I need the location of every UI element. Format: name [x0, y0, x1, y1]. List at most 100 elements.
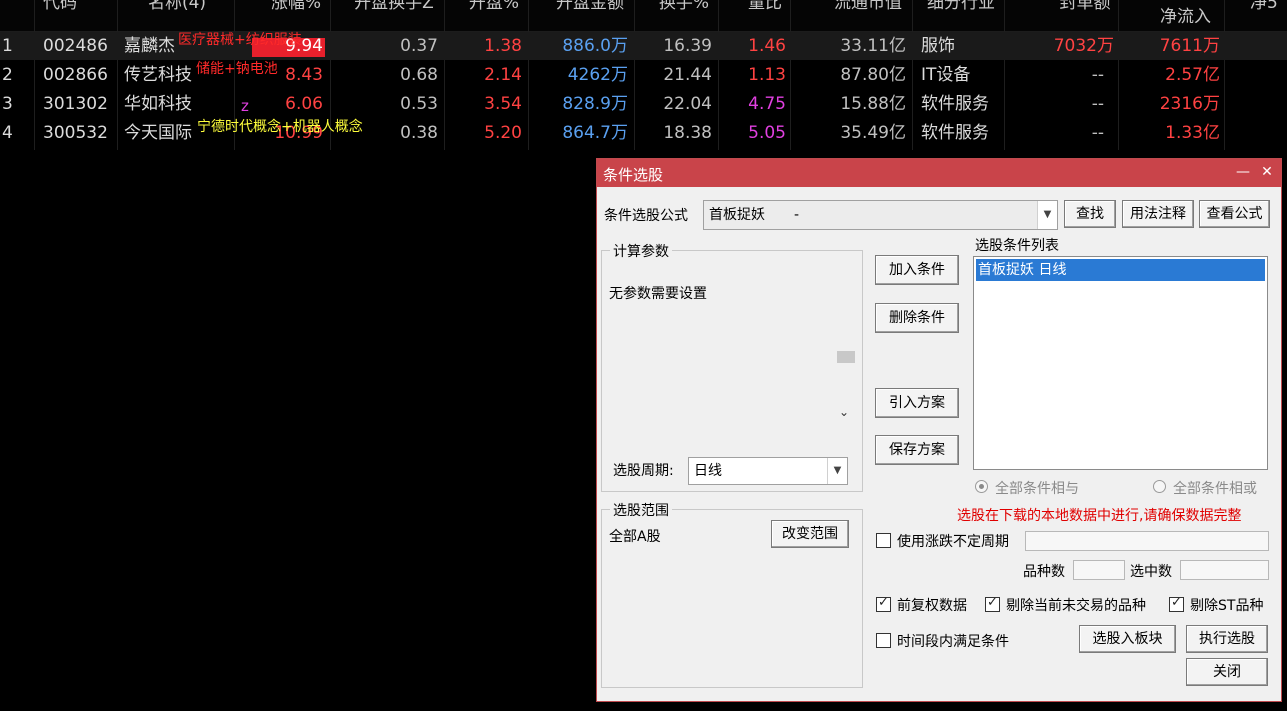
formula-label: 条件选股公式	[604, 208, 688, 224]
volume-ratio: 1.13	[748, 65, 786, 85]
seal-amount: 7032万	[1053, 36, 1114, 56]
selected-field	[1180, 560, 1269, 580]
chevron-down-icon[interactable]: ▼	[1037, 201, 1057, 229]
count-label: 品种数	[1023, 564, 1065, 580]
table-row[interactable]: 3 301302 华如科技 6.06 0.53 3.54 828.9万 22.0…	[0, 90, 1287, 118]
chevron-down-icon[interactable]: ▼	[827, 458, 847, 484]
exclude-untraded-checkbox[interactable]	[985, 595, 1000, 612]
net-inflow: 1.33亿	[1165, 123, 1220, 143]
formula-select[interactable]: 首板捉妖 - ▼	[703, 200, 1058, 230]
delete-condition-button[interactable]: 删除条件	[875, 303, 959, 333]
list-item[interactable]: 首板捉妖 日线	[976, 259, 1265, 281]
chevron-down-icon[interactable]: ⌄	[839, 405, 849, 419]
header-open-amount[interactable]: 开盘金额	[548, 0, 632, 14]
radio-or[interactable]	[1153, 480, 1166, 493]
row-index: 2	[2, 65, 13, 85]
table-row[interactable]: 1 002486 嘉麟杰 9.94 0.37 1.38 886.0万 16.39…	[0, 32, 1287, 60]
radio-and-label: 全部条件相与	[995, 481, 1079, 497]
stock-code: 300532	[43, 123, 108, 143]
warning-text: 选股在下载的本地数据中进行,请确保数据完整	[957, 508, 1242, 524]
stock-code: 002866	[43, 65, 108, 85]
execute-selection-button[interactable]: 执行选股	[1186, 625, 1268, 653]
formula-value: 首板捉妖	[709, 207, 765, 223]
condition-stock-picker-dialog: 条件选股 — ✕ 条件选股公式 首板捉妖 - ▼ 查找 用法注释 查看公式 计算…	[596, 158, 1282, 702]
concept-tag: 宁德时代概念+机器人概念	[197, 119, 363, 135]
open-pct: 3.54	[484, 94, 522, 114]
params-scrollbar[interactable]: ⌄	[836, 349, 856, 423]
open-pct: 1.38	[484, 36, 522, 56]
open-amount: 828.9万	[562, 94, 628, 114]
close-button[interactable]: 关闭	[1186, 658, 1268, 686]
open-turnover: 0.37	[400, 36, 438, 56]
scroll-thumb[interactable]	[837, 351, 855, 363]
save-plan-button[interactable]: 保存方案	[875, 435, 959, 465]
change-pct: 6.06	[285, 94, 323, 114]
stock-name: 今天国际	[124, 123, 192, 143]
import-plan-button[interactable]: 引入方案	[875, 388, 959, 418]
forward-adjust-checkbox[interactable]	[876, 595, 891, 612]
header-net-extra[interactable]: 净5	[1250, 0, 1287, 14]
net-inflow: 2316万	[1159, 94, 1220, 114]
open-pct: 2.14	[484, 65, 522, 85]
industry: 软件服务	[921, 123, 989, 143]
close-icon[interactable]: ✕	[1258, 162, 1276, 182]
table-row[interactable]: 4 300532 今天国际 10.99 0.38 5.20 864.7万 18.…	[0, 119, 1287, 147]
dialog-title: 条件选股	[603, 166, 664, 184]
condition-list-title: 选股条件列表	[975, 238, 1059, 254]
header-net-inflow[interactable]: 净流入	[1160, 5, 1230, 29]
calc-params-title: 计算参数	[610, 241, 672, 261]
selected-label: 选中数	[1130, 564, 1172, 580]
no-params-text: 无参数需要设置	[609, 286, 707, 302]
condition-list[interactable]: 首板捉妖 日线	[973, 256, 1268, 470]
add-condition-button[interactable]: 加入条件	[875, 255, 959, 285]
concept-tag: 医疗器械+纺织服装	[178, 32, 302, 48]
variable-period-label: 使用涨跌不定周期	[897, 534, 1009, 550]
header-open-turnover[interactable]: 开盘换手Z	[346, 0, 442, 14]
exclude-untraded-label: 剔除当前未交易的品种	[1006, 598, 1146, 614]
table-row[interactable]: 2 002866 传艺科技 8.43 0.68 2.14 4262万 21.44…	[0, 61, 1287, 89]
exclude-st-checkbox[interactable]	[1169, 595, 1184, 612]
view-formula-button[interactable]: 查看公式	[1199, 200, 1270, 228]
variable-period-checkbox[interactable]	[876, 533, 891, 548]
time-range-checkbox[interactable]	[876, 633, 891, 648]
radio-or-label: 全部条件相或	[1173, 481, 1257, 497]
formula-dash: -	[794, 207, 800, 223]
header-code[interactable]: 代码	[40, 0, 80, 14]
header-industry[interactable]: 细分行业	[918, 0, 1004, 14]
table-header: 代码 名称(4) 涨幅% 开盘换手Z 开盘% 开盘金额 换手% 量比 流通市值 …	[0, 0, 1287, 32]
scope-title: 选股范围	[610, 500, 672, 520]
add-to-block-button[interactable]: 选股入板块	[1079, 625, 1176, 653]
header-volume-ratio[interactable]: 量比	[740, 0, 790, 14]
scope-value: 全部A股	[609, 529, 661, 545]
minimize-icon[interactable]: —	[1234, 162, 1252, 182]
industry: 服饰	[921, 36, 955, 56]
float-mktcap: 15.88亿	[840, 94, 906, 114]
header-float-mktcap[interactable]: 流通市值	[826, 0, 910, 14]
period-select[interactable]: 日线 ▼	[688, 457, 848, 485]
header-seal-amount[interactable]: 封单额	[1050, 0, 1120, 14]
exclude-st-label: 剔除ST品种	[1190, 598, 1264, 614]
period-value: 日线	[694, 463, 722, 479]
variable-period-field[interactable]	[1025, 531, 1269, 551]
dialog-titlebar[interactable]: 条件选股 — ✕	[597, 159, 1281, 187]
turnover: 21.44	[663, 65, 712, 85]
header-open-pct[interactable]: 开盘%	[462, 0, 526, 14]
calc-params-group: 计算参数 无参数需要设置 ⌄ 选股周期: 日线 ▼	[601, 241, 863, 492]
float-mktcap: 35.49亿	[840, 123, 906, 143]
open-amount: 4262万	[567, 65, 628, 85]
header-change-pct[interactable]: 涨幅%	[262, 0, 330, 14]
header-name[interactable]: 名称(4)	[122, 0, 232, 14]
turnover: 22.04	[663, 94, 712, 114]
header-turnover[interactable]: 换手%	[652, 0, 716, 14]
usage-notes-button[interactable]: 用法注释	[1122, 200, 1194, 228]
net-inflow: 7611万	[1159, 36, 1220, 56]
volume-ratio: 4.75	[748, 94, 786, 114]
float-mktcap: 87.80亿	[840, 65, 906, 85]
industry: IT设备	[921, 65, 971, 85]
scope-group: 选股范围 全部A股 改变范围	[601, 500, 863, 688]
seal-amount: --	[1091, 94, 1104, 114]
change-scope-button[interactable]: 改变范围	[771, 520, 849, 548]
seal-amount: --	[1091, 123, 1104, 143]
find-button[interactable]: 查找	[1064, 200, 1116, 228]
radio-and[interactable]	[975, 480, 988, 493]
